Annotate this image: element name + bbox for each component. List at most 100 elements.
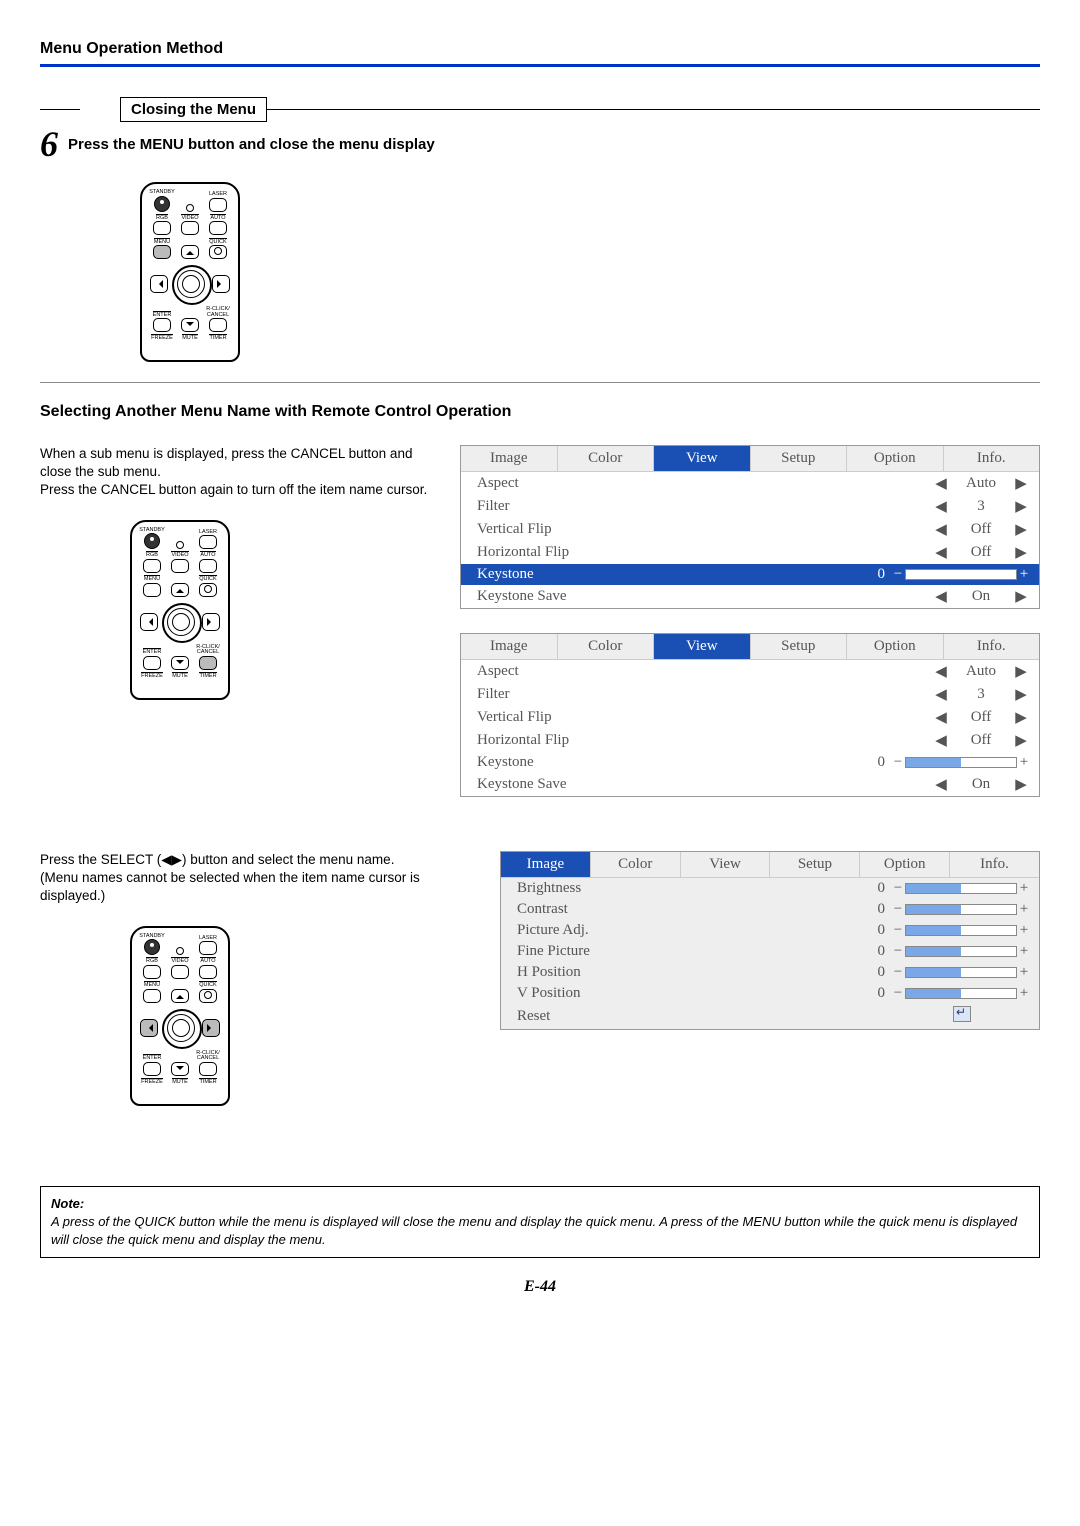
osd-tab-setup: Setup <box>770 852 860 878</box>
rc-down-button <box>171 656 189 670</box>
triangle-left-icon <box>145 618 153 626</box>
rc-label-video: VIDEO <box>171 957 188 965</box>
rc-menu-button <box>153 245 171 259</box>
osd-row-keystone: Keystone0−+ <box>461 564 1039 585</box>
osd-tab-info: Info. <box>944 634 1040 660</box>
rc-auto-button <box>199 965 217 979</box>
remote-illustration-2: STANDBY LASER RGB VIDEO AUTO MENU QUICK <box>130 520 430 700</box>
osd-row-v-position: V Position0−+ <box>501 983 1039 1004</box>
rc-label-timer: TIMER <box>199 672 216 680</box>
rc-label-standby: STANDBY <box>149 190 175 196</box>
triangle-right-icon <box>207 1024 215 1032</box>
rc-laser-button <box>209 198 227 212</box>
rc-label-auto: AUTO <box>200 957 215 965</box>
osd-row-fine-picture: Fine Picture0−+ <box>501 941 1039 962</box>
rc-auto-button <box>209 221 227 235</box>
rc-menu-button <box>143 989 161 1003</box>
osd-image-menu: ImageColorViewSetupOptionInfo. Brightnes… <box>500 851 1040 1030</box>
rc-left-button <box>140 613 158 631</box>
triangle-left-icon <box>155 280 163 288</box>
rc-label-quick: QUICK <box>209 238 226 246</box>
rc-label-auto: AUTO <box>210 214 225 222</box>
rc-led <box>186 204 194 212</box>
rc-video-button <box>181 221 199 235</box>
osd-tab-color: Color <box>558 446 655 472</box>
osd-row-reset: Reset <box>501 1004 1039 1029</box>
rc-label-video: VIDEO <box>171 551 188 559</box>
rc-label-mute: MUTE <box>172 672 188 680</box>
rc-up-button <box>171 989 189 1003</box>
rc-auto-button <box>199 559 217 573</box>
step-6-text: Press the MENU button and close the menu… <box>68 136 435 153</box>
rc-right-button <box>202 613 220 631</box>
osd-row-vertical-flip: Vertical Flip◀Off▶ <box>461 706 1039 729</box>
osd-tab-view: View <box>654 446 751 472</box>
rc-label-menu: MENU <box>154 238 170 246</box>
rc-up-button <box>181 245 199 259</box>
rc-cancel-button <box>199 656 217 670</box>
osd-row-aspect: Aspect◀Auto▶ <box>461 660 1039 683</box>
osd-tab-option: Option <box>847 446 944 472</box>
osd-row-filter: Filter◀3▶ <box>461 683 1039 706</box>
rc-enter-button <box>143 656 161 670</box>
rc-standby-button <box>144 939 160 955</box>
note-body: A press of the QUICK button while the me… <box>51 1214 1017 1247</box>
rc-label-auto: AUTO <box>200 551 215 559</box>
page: Menu Operation Method Closing the Menu 6… <box>0 0 1080 1316</box>
rc-label-quick: QUICK <box>199 575 216 583</box>
rc-right-button <box>202 1019 220 1037</box>
step-6-row: 6 Press the MENU button and close the me… <box>40 126 1040 162</box>
osd-tab-option: Option <box>860 852 950 878</box>
para-cancel-1: When a sub menu is displayed, press the … <box>40 445 430 481</box>
osd-row-keystone-save: Keystone Save◀On▶ <box>461 773 1039 796</box>
rc-label-mute: MUTE <box>172 1078 188 1086</box>
rc-label-enter: ENTER <box>153 311 172 319</box>
rc-label-quick: QUICK <box>199 981 216 989</box>
osd-row-picture-adj-: Picture Adj.0−+ <box>501 920 1039 941</box>
rc-label-timer: TIMER <box>209 334 226 342</box>
rc-led <box>176 947 184 955</box>
osd-tab-setup: Setup <box>751 446 848 472</box>
rc-label-video: VIDEO <box>181 214 198 222</box>
page-header: Menu Operation Method <box>40 40 1040 67</box>
osd-tab-image: Image <box>501 852 591 878</box>
osd-row-aspect: Aspect◀Auto▶ <box>461 472 1039 495</box>
rc-quick-button <box>209 245 227 259</box>
triangle-right-icon <box>207 618 215 626</box>
para-select-1: Press the SELECT (◀▶) button and select … <box>40 851 430 869</box>
osd-tab-color: Color <box>558 634 655 660</box>
step-number-6: 6 <box>40 126 58 162</box>
triangle-right-icon <box>217 280 225 288</box>
osd-tab-setup: Setup <box>751 634 848 660</box>
note-box: Note: A press of the QUICK button while … <box>40 1186 1040 1259</box>
rc-rgb-button <box>153 221 171 235</box>
rc-label-mute: MUTE <box>182 334 198 342</box>
rc-label-enter: ENTER <box>143 1054 162 1062</box>
rc-video-button <box>171 965 189 979</box>
rc-label-rgb: RGB <box>146 551 158 559</box>
rc-label-freeze: FREEZE <box>151 334 173 342</box>
remote-illustration-1: STANDBY LASER RGB VIDEO AUTO MENU QUICK … <box>140 182 1040 362</box>
osd-row-horizontal-flip: Horizontal Flip◀Off▶ <box>461 541 1039 564</box>
rc-laser-button <box>199 535 217 549</box>
osd-row-h-position: H Position0−+ <box>501 962 1039 983</box>
osd-row-keystone: Keystone0−+ <box>461 752 1039 773</box>
closing-menu-heading-row: Closing the Menu <box>40 97 1040 122</box>
rc-cancel-button <box>199 1062 217 1076</box>
osd-row-brightness: Brightness0−+ <box>501 878 1039 899</box>
rc-enter-button <box>153 318 171 332</box>
remote-illustration-3: STANDBY LASER RGB VIDEO AUTO MENU QUICK <box>130 926 430 1106</box>
rc-led <box>176 541 184 549</box>
osd-row-keystone-save: Keystone Save◀On▶ <box>461 585 1039 608</box>
osd-tab-option: Option <box>847 634 944 660</box>
rc-label-cancel: CANCEL <box>197 650 219 656</box>
rc-video-button <box>171 559 189 573</box>
rc-label-laser: LASER <box>209 192 227 198</box>
rc-quick-button <box>199 583 217 597</box>
rc-dpad <box>140 599 220 643</box>
osd-view-no-selection: ImageColorViewSetupOptionInfo. Aspect◀Au… <box>460 633 1040 797</box>
rc-menu-button <box>143 583 161 597</box>
rc-rgb-button <box>143 559 161 573</box>
rc-label-enter: ENTER <box>143 648 162 656</box>
rc-label-menu: MENU <box>144 981 160 989</box>
